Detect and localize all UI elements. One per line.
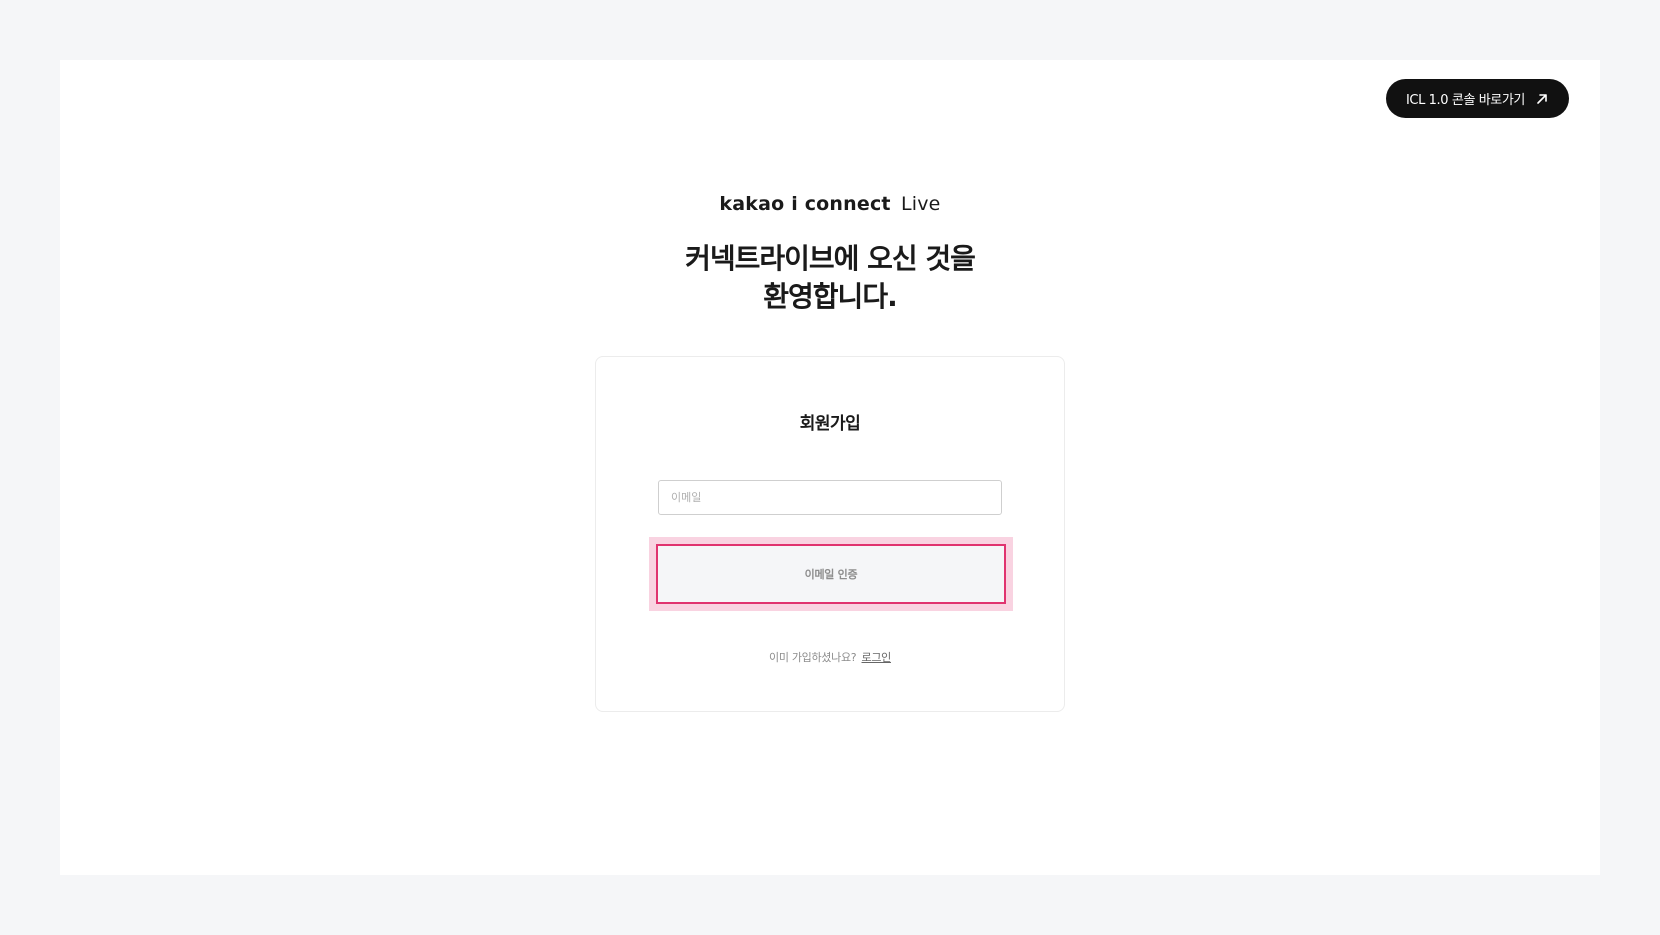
brand-name: kakao i connect bbox=[719, 193, 891, 215]
verify-button-highlight: 이메일 인증 bbox=[649, 537, 1013, 611]
email-verify-button[interactable]: 이메일 인증 bbox=[656, 544, 1006, 604]
email-verify-label: 이메일 인증 bbox=[804, 568, 858, 581]
email-input[interactable] bbox=[658, 480, 1002, 515]
console-link-label: ICL 1.0 콘솔 바로가기 bbox=[1406, 93, 1525, 108]
login-link[interactable]: 로그인 bbox=[862, 651, 892, 664]
brand-suffix: Live bbox=[900, 193, 941, 215]
page-container: ICL 1.0 콘솔 바로가기 kakao i connect Live 커넥트… bbox=[60, 60, 1600, 875]
login-prompt: 이미 가입하셨나요? 로그인 bbox=[596, 649, 1064, 665]
brand-logo: kakao i connect Live bbox=[60, 195, 1600, 214]
console-link-button[interactable]: ICL 1.0 콘솔 바로가기 bbox=[1386, 79, 1569, 118]
signup-title: 회원가입 bbox=[799, 414, 861, 434]
already-member-text: 이미 가입하셨나요? bbox=[769, 651, 857, 664]
welcome-headline: 커넥트라이브에 오신 것을 환영합니다. bbox=[60, 240, 1600, 316]
headline-line-2: 환영합니다. bbox=[763, 280, 897, 313]
headline-line-1: 커넥트라이브에 오신 것을 bbox=[685, 242, 976, 275]
external-arrow-icon bbox=[1535, 92, 1549, 106]
signup-card: 회원가입 이메일 인증 이미 가입하셨나요? 로그인 bbox=[595, 356, 1065, 712]
